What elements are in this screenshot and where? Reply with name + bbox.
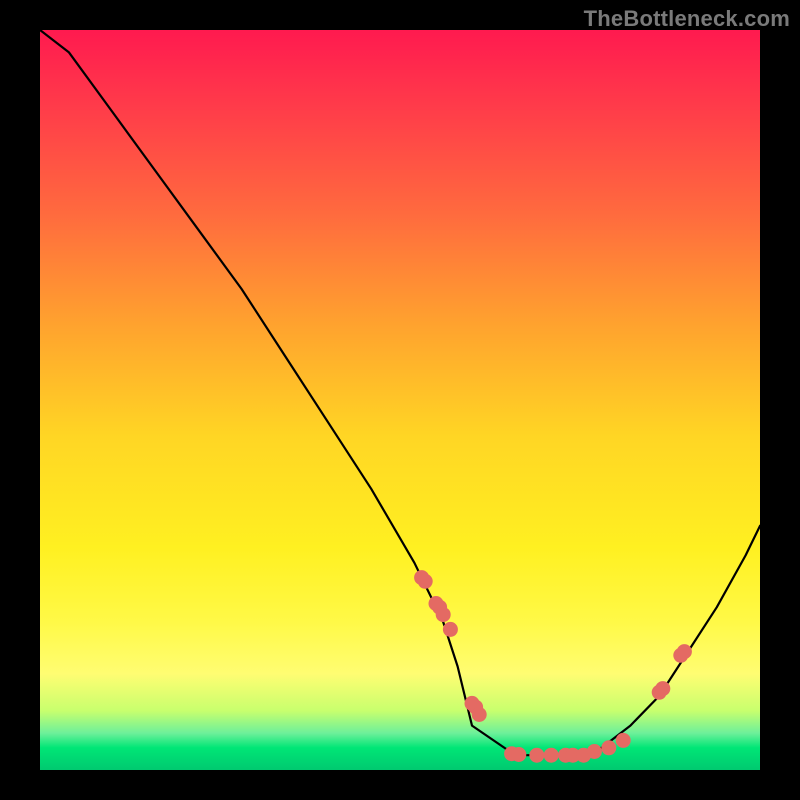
marker-point	[655, 681, 670, 696]
curve-line	[40, 30, 760, 755]
chart-root: TheBottleneck.com	[0, 0, 800, 800]
marker-point	[601, 740, 616, 755]
marker-point	[616, 733, 631, 748]
marker-point	[544, 748, 559, 763]
marker-point	[587, 744, 602, 759]
chart-svg	[40, 30, 760, 770]
marker-point	[443, 622, 458, 637]
marker-point	[436, 607, 451, 622]
marker-point	[677, 644, 692, 659]
watermark-text: TheBottleneck.com	[584, 6, 790, 32]
marker-point	[511, 747, 526, 762]
marker-point	[529, 748, 544, 763]
marker-points-group	[414, 570, 692, 763]
plot-area	[40, 30, 760, 770]
marker-point	[418, 574, 433, 589]
marker-point	[472, 707, 487, 722]
